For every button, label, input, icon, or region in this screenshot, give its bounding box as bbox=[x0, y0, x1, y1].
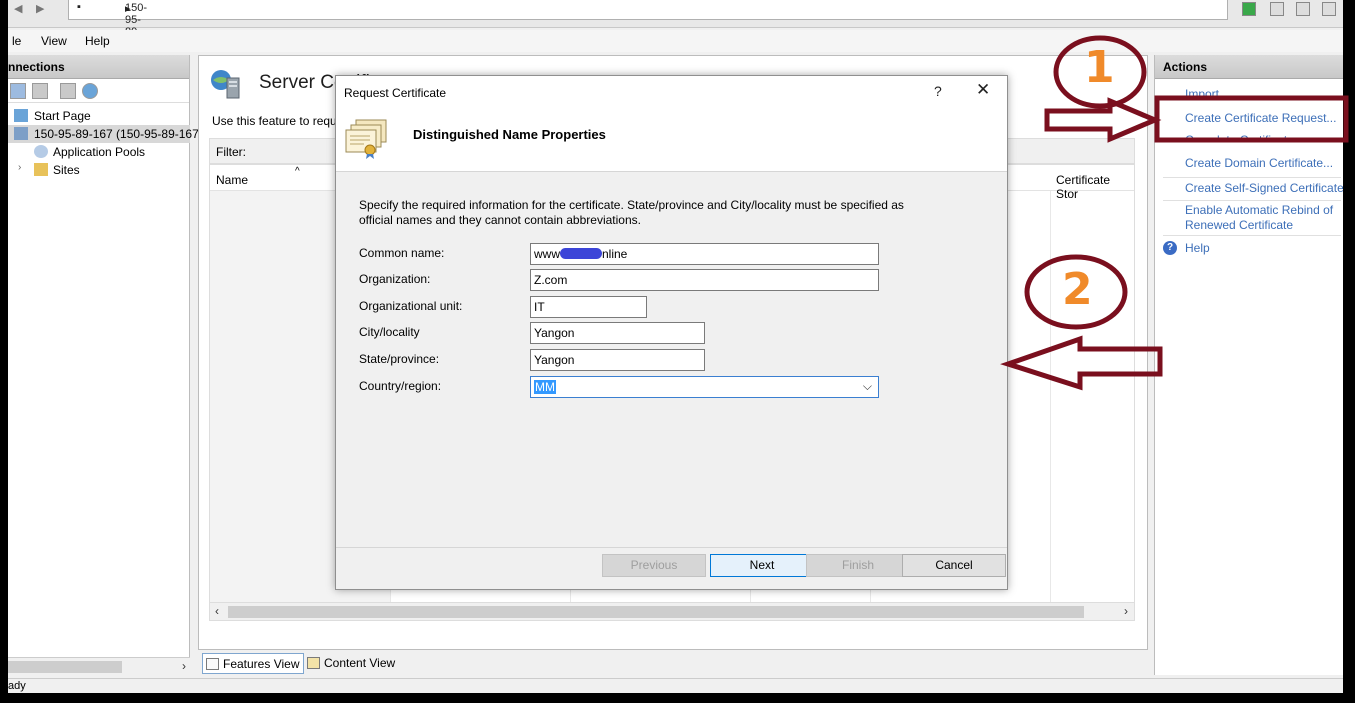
annotation-number-2: 2 bbox=[1062, 264, 1093, 315]
annotation-number-1: 1 bbox=[1084, 42, 1115, 93]
annotation-overlay bbox=[1000, 35, 1349, 391]
annotation-highlight-box bbox=[1154, 95, 1349, 143]
annotation-arrow-2 bbox=[1000, 335, 1163, 391]
